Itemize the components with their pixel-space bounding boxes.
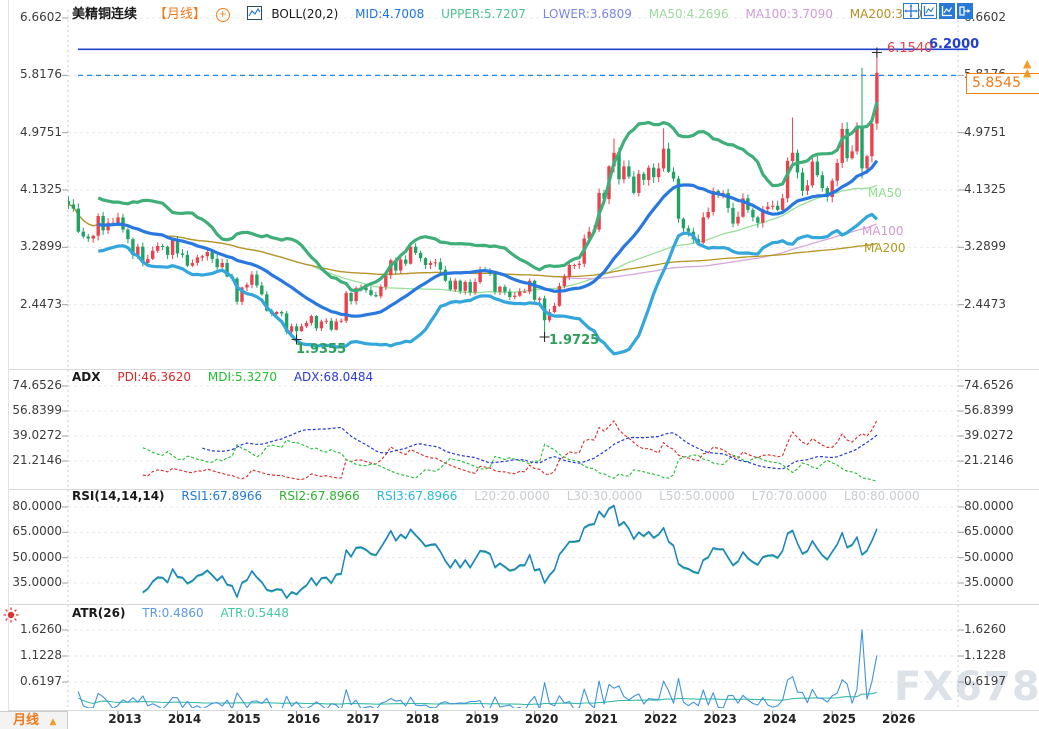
adx-header: ADX PDI:46.3620 MDI:5.3270 ADX:68.0484 [72, 370, 386, 384]
rsi-axis-label-left: 50.0000 [4, 550, 62, 564]
year-label-2020: 2020 [522, 712, 562, 726]
adx-axis-label-right: 74.6526 [964, 378, 1014, 392]
atr-axis-label-right: 1.1228 [964, 648, 1006, 662]
year-label-2017: 2017 [343, 712, 383, 726]
main-axis-label-right: 4.1325 [964, 182, 1006, 196]
rsi-l30: L30:30.0000 [567, 489, 643, 503]
rsi-axis-label-right: 80.0000 [964, 499, 1014, 513]
year-label-2022: 2022 [641, 712, 681, 726]
main-axis-label-right: 3.2899 [964, 239, 1006, 253]
low-annotation-2016: 1.9355 [296, 342, 346, 357]
atr-axis-label-left: 1.1228 [4, 648, 62, 662]
rsi-axis-label-left: 35.0000 [4, 575, 62, 589]
rsi-l70: L70:70.0000 [752, 489, 828, 503]
drawn-line-price-label: 6.2000 [929, 37, 979, 52]
rsi3-value: RSI3:67.8966 [377, 489, 458, 503]
year-label-2021: 2021 [581, 712, 621, 726]
year-label-2026: 2026 [879, 712, 919, 726]
ma200-line-tag: MA200 [864, 241, 905, 255]
move-crosshair-icon[interactable] [903, 3, 919, 19]
year-label-2025: 2025 [819, 712, 859, 726]
rsi-axis-label-right: 65.0000 [964, 524, 1014, 538]
boll-mid-value: MID:4.7008 [355, 7, 424, 21]
axis-scale-icon[interactable] [921, 3, 937, 19]
tab-monthly[interactable]: 月线 ▲ [0, 711, 68, 729]
session-high-label: 6.1540 [887, 41, 933, 56]
rsi-axis-label-right: 35.0000 [964, 575, 1014, 589]
atr-value: ATR:0.5448 [220, 606, 289, 620]
main-indicator-header: 美精铜连续 【月线】 + BOLL(20,2) MID:4.7008 UPPER… [72, 3, 950, 22]
atr-name: ATR(26) [72, 606, 125, 620]
rsi-name: RSI(14,14,14) [72, 489, 165, 503]
rsi-axis-label-left: 65.0000 [4, 524, 62, 538]
atr-axis-label-right: 1.6260 [964, 622, 1006, 636]
symbol-name: 美精铜连续 [72, 7, 137, 22]
tr-value: TR:0.4860 [142, 606, 203, 620]
year-label-2024: 2024 [760, 712, 800, 726]
ma100-value: MA100:3.7090 [745, 7, 833, 21]
year-label-2013: 2013 [105, 712, 145, 726]
pdi-value: PDI:46.3620 [117, 370, 191, 384]
rsi-header: RSI(14,14,14) RSI1:67.8966 RSI2:67.8966 … [72, 489, 933, 503]
year-label-2015: 2015 [224, 712, 264, 726]
rsi2-value: RSI2:67.8966 [279, 489, 360, 503]
low-annotation-2020: 1.9725 [549, 333, 599, 348]
main-axis-label-left: 6.6602 [4, 10, 62, 24]
year-label-2014: 2014 [165, 712, 205, 726]
axis-scale-active-icon[interactable] [939, 3, 955, 19]
atr-axis-label-left: 0.6197 [4, 674, 62, 688]
mdi-value: MDI:5.3270 [208, 370, 277, 384]
boll-lower-value: LOWER:3.6809 [543, 7, 632, 21]
chart-type-icon[interactable] [247, 6, 262, 20]
main-axis-label-left: 4.1325 [4, 182, 62, 196]
adx-axis-label-left: 39.0272 [4, 428, 62, 442]
year-label-2023: 2023 [700, 712, 740, 726]
boll-label: BOLL(20,2) [271, 7, 338, 21]
main-axis-label-left: 3.2899 [4, 239, 62, 253]
brightness-icon[interactable] [2, 606, 20, 624]
price-up-arrow-icon: ▲▲ [1023, 59, 1031, 77]
collapse-right-icon[interactable] [957, 3, 973, 19]
period-tag: 【月线】 [154, 7, 206, 22]
boll-upper-value: UPPER:5.7207 [441, 7, 526, 21]
atr-axis-label-right: 0.6197 [964, 674, 1006, 688]
chart-toolbar [903, 3, 973, 19]
adx-axis-label-right: 39.0272 [964, 428, 1014, 442]
ma50-line-tag: MA50 [868, 186, 902, 200]
ma50-value: MA50:4.2696 [649, 7, 729, 21]
chart-window: FX678 美精铜连续 【月线】 + BOLL(20,2) MID:4.7008… [0, 0, 1039, 729]
expand-icon[interactable]: + [216, 8, 230, 22]
rsi1-value: RSI1:67.8966 [181, 489, 262, 503]
rsi-axis-label-left: 80.0000 [4, 499, 62, 513]
adx-axis-label-right: 56.8399 [964, 403, 1014, 417]
year-label-2016: 2016 [284, 712, 324, 726]
atr-header: ATR(26) TR:0.4860 ATR:0.5448 [72, 606, 302, 620]
main-axis-label-right: 2.4473 [964, 297, 1006, 311]
rsi-l80: L80:80.0000 [844, 489, 920, 503]
main-axis-label-left: 4.9751 [4, 125, 62, 139]
adx-axis-label-left: 56.8399 [4, 403, 62, 417]
ma100-line-tag: MA100 [862, 224, 903, 238]
adx-axis-label-left: 74.6526 [4, 378, 62, 392]
rsi-l50: L50:50.0000 [659, 489, 735, 503]
tab-monthly-label: 月线 [13, 713, 39, 728]
adx-axis-label-right: 21.2146 [964, 453, 1014, 467]
year-label-2019: 2019 [462, 712, 502, 726]
main-axis-label-left: 5.8176 [4, 67, 62, 81]
rsi-axis-label-right: 50.0000 [964, 550, 1014, 564]
rsi-l20: L20:20.0000 [474, 489, 550, 503]
main-axis-label-right: 4.9751 [964, 125, 1006, 139]
atr-axis-label-left: 1.6260 [4, 622, 62, 636]
adx-name: ADX [72, 370, 101, 384]
adx-value: ADX:68.0484 [294, 370, 373, 384]
tab-arrow-icon: ▲ [50, 717, 57, 727]
main-axis-label-left: 2.4473 [4, 297, 62, 311]
year-label-2018: 2018 [403, 712, 443, 726]
adx-axis-label-left: 21.2146 [4, 453, 62, 467]
